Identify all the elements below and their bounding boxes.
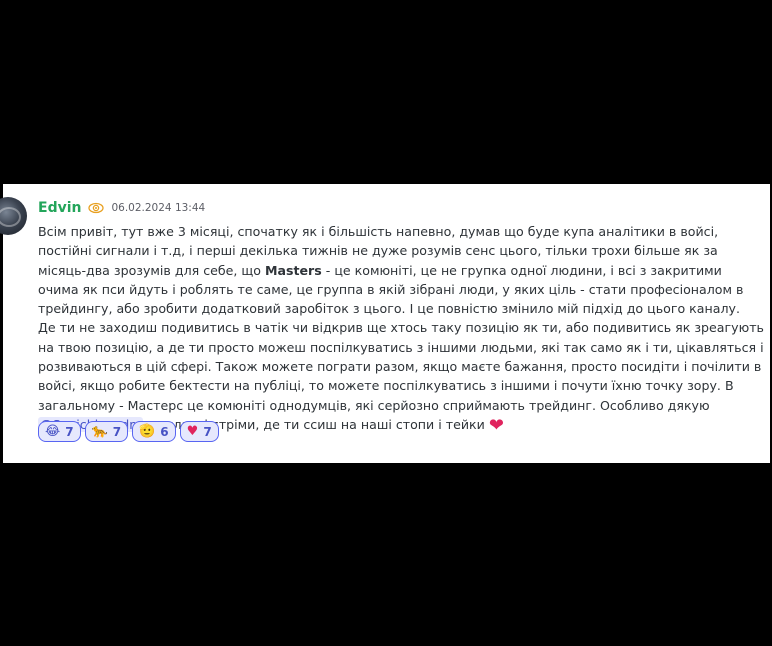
message-card: Edvin 06.02.2024 13:44 Всім привіт, тут … [0,184,770,463]
laughing-emoji-icon: 😂 [45,424,61,439]
reaction-count: 7 [203,424,212,439]
reaction-laughing[interactable]: 😂 7 [38,421,81,442]
avatar[interactable] [0,197,27,235]
message-content: Всім привіт, тут вже 3 місяці, спочатку … [38,222,766,435]
reaction-count: 7 [65,424,74,439]
reaction-leopard[interactable]: 🐆 7 [84,421,129,442]
message-paragraph-1: Всім привіт, тут вже 3 місяці, спочатку … [38,222,766,318]
nazar-amulet-icon[interactable] [88,200,105,216]
reaction-heart[interactable]: ♥ 7 [179,421,219,442]
message-paragraph-2: Де ти не заходиш подивитись в чатік чи в… [38,318,766,435]
bold-text: Masters [264,262,322,278]
text-segment: Де ти не заходиш подивитись в чатік чи в… [38,320,764,413]
red-heart-icon: ❤ [488,414,504,436]
heart-emoji-icon: ♥ [186,424,199,439]
message-header: Edvin 06.02.2024 13:44 [38,198,205,218]
reaction-count: 6 [160,424,169,439]
leopard-emoji-icon: 🐆 [91,424,108,439]
message-timestamp: 06.02.2024 13:44 [111,202,206,214]
reaction-saluting[interactable]: 🫡 6 [132,421,176,442]
reactions-bar: 😂 7 🐆 7 🫡 6 ♥ 7 [38,421,219,442]
reaction-count: 7 [112,424,122,439]
username[interactable]: Edvin [38,200,81,216]
saluting-face-emoji-icon: 🫡 [139,424,156,439]
